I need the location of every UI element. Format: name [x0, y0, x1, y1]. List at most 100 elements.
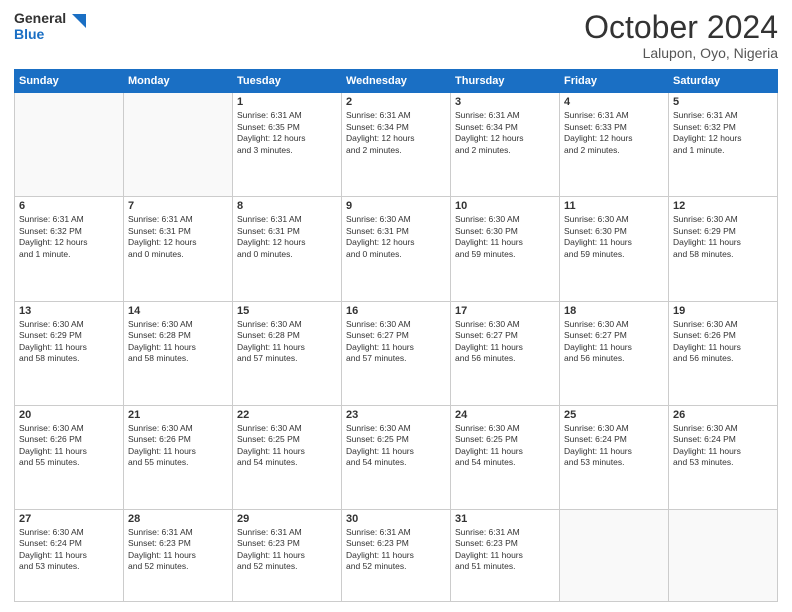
calendar-cell: 5 Sunrise: 6:31 AM Sunset: 6:32 PM Daylig…: [669, 93, 778, 197]
weekday-header-monday: Monday: [124, 70, 233, 93]
day-number: 31: [455, 513, 555, 525]
calendar-cell: [560, 510, 669, 602]
calendar-cell: 25 Sunrise: 6:30 AM Sunset: 6:24 PM Dayli…: [560, 405, 669, 509]
day-info: Sunrise: 6:30 AM Sunset: 6:27 PM Dayligh…: [346, 319, 446, 365]
calendar-cell: 20Sunrise: 6:30 AM Sunset: 6:26 PM Dayli…: [15, 405, 124, 509]
day-number: 5: [673, 96, 773, 108]
calendar-cell: 15Sunrise: 6:30 AM Sunset: 6:28 PM Dayli…: [233, 301, 342, 405]
day-info: Sunrise: 6:30 AM Sunset: 6:27 PM Dayligh…: [564, 319, 664, 365]
calendar-cell: 12Sunrise: 6:30 AM Sunset: 6:29 PM Dayli…: [669, 197, 778, 301]
day-number: 30: [346, 513, 446, 525]
weekday-header-sunday: Sunday: [15, 70, 124, 93]
day-number: 25: [564, 409, 664, 421]
calendar-cell: 23Sunrise: 6:30 AM Sunset: 6:25 PM Dayli…: [342, 405, 451, 509]
day-info: Sunrise: 6:30 AM Sunset: 6:27 PM Dayligh…: [455, 319, 555, 365]
day-number: 17: [455, 305, 555, 317]
day-number: 7: [128, 200, 228, 212]
day-number: 4: [564, 96, 664, 108]
calendar-cell: 28 Sunrise: 6:31 AM Sunset: 6:23 PM Dayli…: [124, 510, 233, 602]
day-number: 6: [19, 200, 119, 212]
calendar-cell: 6 Sunrise: 6:31 AM Sunset: 6:32 PM Daylig…: [15, 197, 124, 301]
day-info: Sunrise: 6:31 AM Sunset: 6:34 PM Dayligh…: [455, 110, 555, 156]
day-info: Sunrise: 6:30 AM Sunset: 6:26 PM Dayligh…: [128, 423, 228, 469]
day-info: Sunrise: 6:31 AM Sunset: 6:23 PM Dayligh…: [128, 527, 228, 573]
week-row-4: 27 Sunrise: 6:30 AM Sunset: 6:24 PM Dayli…: [15, 510, 778, 602]
calendar-cell: 4 Sunrise: 6:31 AM Sunset: 6:33 PM Daylig…: [560, 93, 669, 197]
day-info: Sunrise: 6:31 AM Sunset: 6:32 PM Dayligh…: [673, 110, 773, 156]
day-info: Sunrise: 6:31 AM Sunset: 6:31 PM Dayligh…: [237, 214, 337, 260]
calendar-cell: 18 Sunrise: 6:30 AM Sunset: 6:27 PM Dayli…: [560, 301, 669, 405]
weekday-header-tuesday: Tuesday: [233, 70, 342, 93]
calendar-cell: 21 Sunrise: 6:30 AM Sunset: 6:26 PM Dayli…: [124, 405, 233, 509]
logo-blue: Blue: [14, 26, 66, 42]
calendar-cell: 27 Sunrise: 6:30 AM Sunset: 6:24 PM Dayli…: [15, 510, 124, 602]
day-info: Sunrise: 6:30 AM Sunset: 6:30 PM Dayligh…: [564, 214, 664, 260]
day-number: 27: [19, 513, 119, 525]
day-number: 20: [19, 409, 119, 421]
day-number: 8: [237, 200, 337, 212]
day-info: Sunrise: 6:30 AM Sunset: 6:28 PM Dayligh…: [128, 319, 228, 365]
calendar-cell: 10Sunrise: 6:30 AM Sunset: 6:30 PM Dayli…: [451, 197, 560, 301]
day-number: 29: [237, 513, 337, 525]
day-number: 26: [673, 409, 773, 421]
day-number: 14: [128, 305, 228, 317]
calendar-cell: 26 Sunrise: 6:30 AM Sunset: 6:24 PM Dayli…: [669, 405, 778, 509]
day-info: Sunrise: 6:30 AM Sunset: 6:25 PM Dayligh…: [455, 423, 555, 469]
day-info: Sunrise: 6:31 AM Sunset: 6:23 PM Dayligh…: [346, 527, 446, 573]
day-info: Sunrise: 6:31 AM Sunset: 6:33 PM Dayligh…: [564, 110, 664, 156]
calendar-table: SundayMondayTuesdayWednesdayThursdayFrid…: [14, 69, 778, 602]
day-number: 11: [564, 200, 664, 212]
calendar-cell: 24 Sunrise: 6:30 AM Sunset: 6:25 PM Dayli…: [451, 405, 560, 509]
weekday-header-row: SundayMondayTuesdayWednesdayThursdayFrid…: [15, 70, 778, 93]
calendar-cell: 8 Sunrise: 6:31 AM Sunset: 6:31 PM Daylig…: [233, 197, 342, 301]
calendar-cell: 3 Sunrise: 6:31 AM Sunset: 6:34 PM Daylig…: [451, 93, 560, 197]
day-number: 24: [455, 409, 555, 421]
day-info: Sunrise: 6:30 AM Sunset: 6:24 PM Dayligh…: [673, 423, 773, 469]
day-number: 28: [128, 513, 228, 525]
day-info: Sunrise: 6:30 AM Sunset: 6:28 PM Dayligh…: [237, 319, 337, 365]
calendar-cell: [15, 93, 124, 197]
day-info: Sunrise: 6:31 AM Sunset: 6:23 PM Dayligh…: [237, 527, 337, 573]
day-number: 13: [19, 305, 119, 317]
calendar-cell: [669, 510, 778, 602]
logo-arrow-icon: [68, 12, 88, 40]
day-number: 1: [237, 96, 337, 108]
calendar-cell: 17 Sunrise: 6:30 AM Sunset: 6:27 PM Dayli…: [451, 301, 560, 405]
day-info: Sunrise: 6:31 AM Sunset: 6:32 PM Dayligh…: [19, 214, 119, 260]
calendar-cell: 9Sunrise: 6:30 AM Sunset: 6:31 PM Daylig…: [342, 197, 451, 301]
week-row-2: 13Sunrise: 6:30 AM Sunset: 6:29 PM Dayli…: [15, 301, 778, 405]
calendar-cell: 13Sunrise: 6:30 AM Sunset: 6:29 PM Dayli…: [15, 301, 124, 405]
day-number: 3: [455, 96, 555, 108]
day-info: Sunrise: 6:30 AM Sunset: 6:24 PM Dayligh…: [564, 423, 664, 469]
day-info: Sunrise: 6:30 AM Sunset: 6:24 PM Dayligh…: [19, 527, 119, 573]
day-number: 18: [564, 305, 664, 317]
page: General Blue October 2024 Lalupon, Oyo, …: [0, 0, 792, 612]
calendar-cell: 2Sunrise: 6:31 AM Sunset: 6:34 PM Daylig…: [342, 93, 451, 197]
calendar-cell: 11 Sunrise: 6:30 AM Sunset: 6:30 PM Dayli…: [560, 197, 669, 301]
day-info: Sunrise: 6:30 AM Sunset: 6:26 PM Dayligh…: [673, 319, 773, 365]
title-block: October 2024 Lalupon, Oyo, Nigeria: [584, 10, 778, 61]
day-info: Sunrise: 6:30 AM Sunset: 6:29 PM Dayligh…: [673, 214, 773, 260]
day-number: 16: [346, 305, 446, 317]
day-info: Sunrise: 6:31 AM Sunset: 6:31 PM Dayligh…: [128, 214, 228, 260]
day-info: Sunrise: 6:31 AM Sunset: 6:34 PM Dayligh…: [346, 110, 446, 156]
calendar-cell: 7 Sunrise: 6:31 AM Sunset: 6:31 PM Daylig…: [124, 197, 233, 301]
header: General Blue October 2024 Lalupon, Oyo, …: [14, 10, 778, 61]
day-info: Sunrise: 6:31 AM Sunset: 6:23 PM Dayligh…: [455, 527, 555, 573]
day-number: 21: [128, 409, 228, 421]
calendar-cell: 16 Sunrise: 6:30 AM Sunset: 6:27 PM Dayli…: [342, 301, 451, 405]
weekday-header-friday: Friday: [560, 70, 669, 93]
calendar-cell: 22Sunrise: 6:30 AM Sunset: 6:25 PM Dayli…: [233, 405, 342, 509]
month-title: October 2024: [584, 10, 778, 45]
day-number: 10: [455, 200, 555, 212]
week-row-0: 1 Sunrise: 6:31 AM Sunset: 6:35 PM Daylig…: [15, 93, 778, 197]
week-row-3: 20 Sunrise: 6:30 AM Sunset: 6:26 PM Dayli…: [15, 405, 778, 509]
day-number: 23: [346, 409, 446, 421]
weekday-header-thursday: Thursday: [451, 70, 560, 93]
calendar-cell: 30 Sunrise: 6:31 AM Sunset: 6:23 PM Dayli…: [342, 510, 451, 602]
day-info: Sunrise: 6:30 AM Sunset: 6:31 PM Dayligh…: [346, 214, 446, 260]
weekday-header-wednesday: Wednesday: [342, 70, 451, 93]
logo: General Blue: [14, 10, 88, 42]
day-info: Sunrise: 6:31 AM Sunset: 6:35 PM Dayligh…: [237, 110, 337, 156]
calendar-cell: 14 Sunrise: 6:30 AM Sunset: 6:28 PM Dayli…: [124, 301, 233, 405]
